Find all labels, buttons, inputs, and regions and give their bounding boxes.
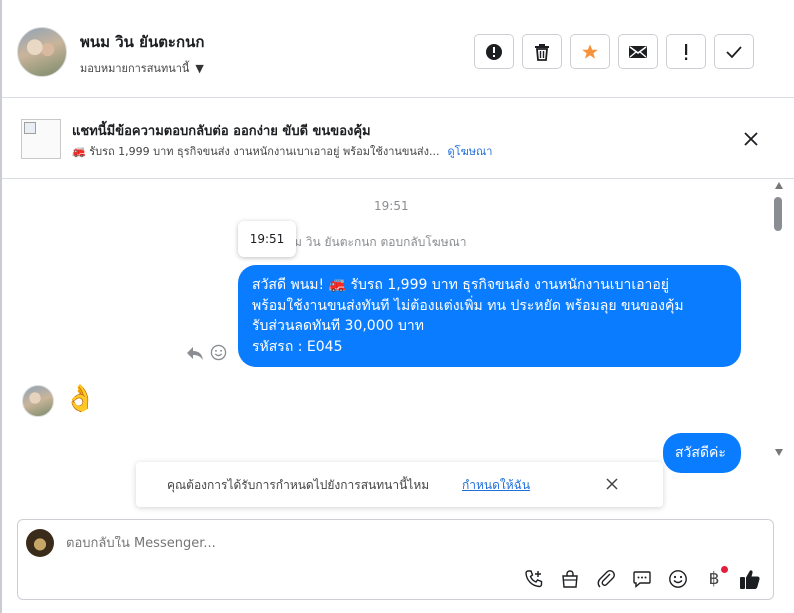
triangle-down-icon [775, 449, 783, 456]
message-actions [186, 344, 227, 361]
ad-context-banner: แชทนี้มีข้อความตอบกลับต่อ ออกง่าย ขับดี … [2, 99, 794, 179]
message-line: รหัสรถ : E045 [252, 338, 343, 355]
message-composer: ฿ [17, 519, 774, 600]
triangle-up-icon [775, 182, 783, 189]
scroll-up-arrow[interactable] [772, 182, 786, 194]
customer-avatar[interactable] [22, 385, 54, 417]
page-avatar [26, 529, 54, 557]
check-icon [726, 45, 742, 58]
close-icon [744, 132, 758, 146]
call-icon [525, 570, 543, 588]
mark-unread-button[interactable] [618, 34, 658, 69]
assign-label: มอบหมายการสนทนานี้ [80, 62, 190, 75]
mark-spam-button[interactable] [474, 34, 514, 69]
message-line: พร้อมใช้งานขนส่งทันที ไม่ต้องแต่งเพิ่ม ท… [252, 297, 684, 314]
ad-subtitle: 🚒 รับรถ 1,999 บาท ธุรกิจขนส่ง งานหนักงาน… [72, 145, 440, 158]
replied-to-ad-label: ม วิน ยันตะกนก ตอบกลับโฆษณา [294, 235, 467, 249]
reply-icon[interactable] [186, 345, 204, 361]
trash-icon [535, 43, 549, 61]
conversation-header: พนม วิน ยันตะกนก มอบหมายการสนทนานี้ ▼ [2, 0, 794, 98]
attach-button[interactable] [595, 568, 617, 590]
outgoing-message-bubble-small[interactable]: สวัสดีค่ะ [663, 433, 741, 473]
paperclip-icon [597, 570, 615, 588]
shopping-bag-icon [562, 570, 578, 588]
alert-circle-icon [486, 43, 502, 60]
assign-prompt-text: คุณต้องการได้รับการกำหนดไปยังการสนทนานี้… [167, 478, 430, 492]
assign-prompt: คุณต้องการได้รับการกำหนดไปยังการสนทนานี้… [136, 462, 663, 507]
message-line: สวัสดี พนม! 🚒 รับรถ 1,999 บาท ธุรกิจขนส่… [252, 277, 669, 293]
like-button[interactable] [739, 568, 761, 590]
shop-button[interactable] [559, 568, 581, 590]
saved-replies-button[interactable] [631, 568, 653, 590]
payment-button[interactable]: ฿ [703, 566, 728, 590]
close-ad-banner-button[interactable] [739, 127, 763, 151]
star-icon [582, 44, 598, 59]
close-icon [606, 478, 618, 490]
call-button[interactable] [523, 568, 545, 590]
done-button[interactable] [714, 34, 754, 69]
ad-subtitle-row: 🚒 รับรถ 1,999 บาท ธุรกิจขนส่ง งานหนักงาน… [72, 142, 492, 160]
exclamation-icon [685, 43, 688, 60]
assign-to-me-link[interactable]: กำหนดให้ฉัน [462, 476, 530, 495]
header-actions [474, 34, 754, 69]
saved-replies-icon [633, 571, 651, 589]
caret-down-icon: ▼ [195, 61, 204, 75]
scroll-down-arrow[interactable] [772, 449, 786, 461]
envelope-icon [629, 45, 647, 58]
assign-dropdown[interactable]: มอบหมายการสนทนานี้ ▼ [80, 59, 204, 77]
incoming-emoji-message[interactable]: 👌 [64, 384, 96, 414]
close-prompt-button[interactable] [603, 475, 621, 493]
delete-button[interactable] [522, 34, 562, 69]
emoji-button[interactable] [667, 568, 689, 590]
time-tooltip: 19:51 [238, 221, 296, 257]
follow-up-button[interactable] [666, 34, 706, 69]
react-emoji-icon[interactable] [210, 344, 227, 361]
thumbs-up-icon [740, 570, 760, 589]
message-line: รับส่วนลดทันที 30,000 บาท [252, 318, 424, 334]
contact-name[interactable]: พนม วิน ยันตะกนก [80, 30, 204, 54]
reply-input[interactable] [66, 536, 666, 551]
ad-title: แชทนี้มีข้อความตอบกลับต่อ ออกง่าย ขับดี … [72, 124, 371, 139]
star-button[interactable] [570, 34, 610, 69]
composer-toolbar: ฿ [523, 566, 761, 590]
view-ad-link[interactable]: ดูโฆษณา [448, 142, 493, 160]
message-timestamp: 19:51 [374, 199, 409, 213]
ad-thumbnail[interactable] [21, 119, 61, 159]
emoji-icon [669, 570, 687, 588]
notification-dot [721, 566, 728, 573]
outgoing-message-bubble[interactable]: สวัสดี พนม! 🚒 รับรถ 1,999 บาท ธุรกิจขนส่… [238, 265, 741, 367]
baht-icon: ฿ [708, 569, 720, 589]
contact-avatar[interactable] [17, 27, 67, 77]
scrollbar-thumb[interactable] [774, 197, 782, 231]
